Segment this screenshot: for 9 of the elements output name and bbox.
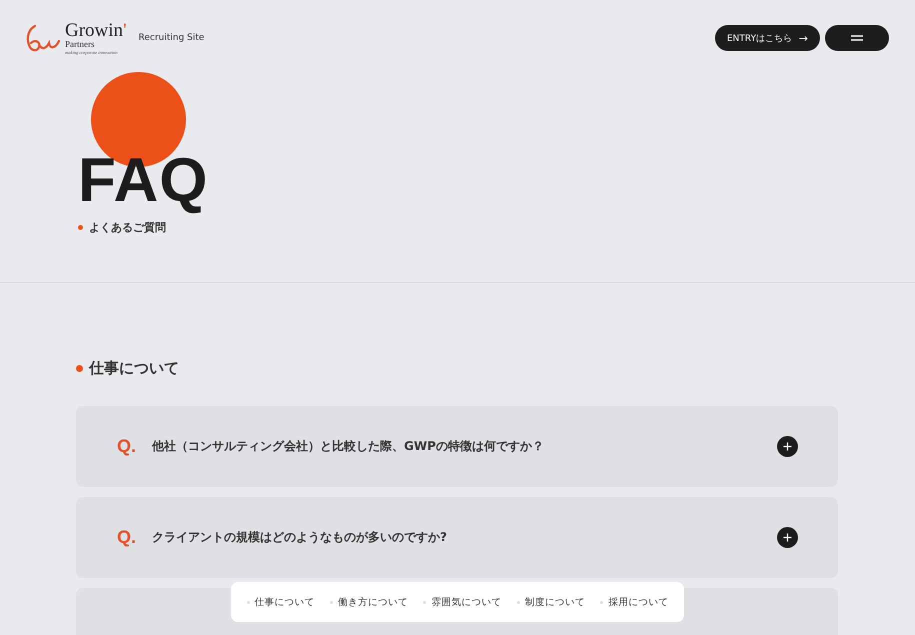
logo-subtitle: Partners bbox=[65, 40, 96, 49]
question-marker: Q. bbox=[117, 527, 138, 548]
page-title: FAQ bbox=[78, 150, 210, 212]
site-label: Recruiting Site bbox=[138, 33, 204, 43]
section-title: 仕事について bbox=[89, 359, 179, 378]
question-text: 他社（コンサルティング会社）と比較した際、GWPの特徴は何ですか？ bbox=[152, 438, 545, 455]
question-text: クライアントの規模はどのようなものが多いのですか? bbox=[152, 529, 448, 546]
question-marker: Q. bbox=[117, 436, 138, 457]
page-subtitle: よくあるご質問 bbox=[89, 220, 166, 235]
